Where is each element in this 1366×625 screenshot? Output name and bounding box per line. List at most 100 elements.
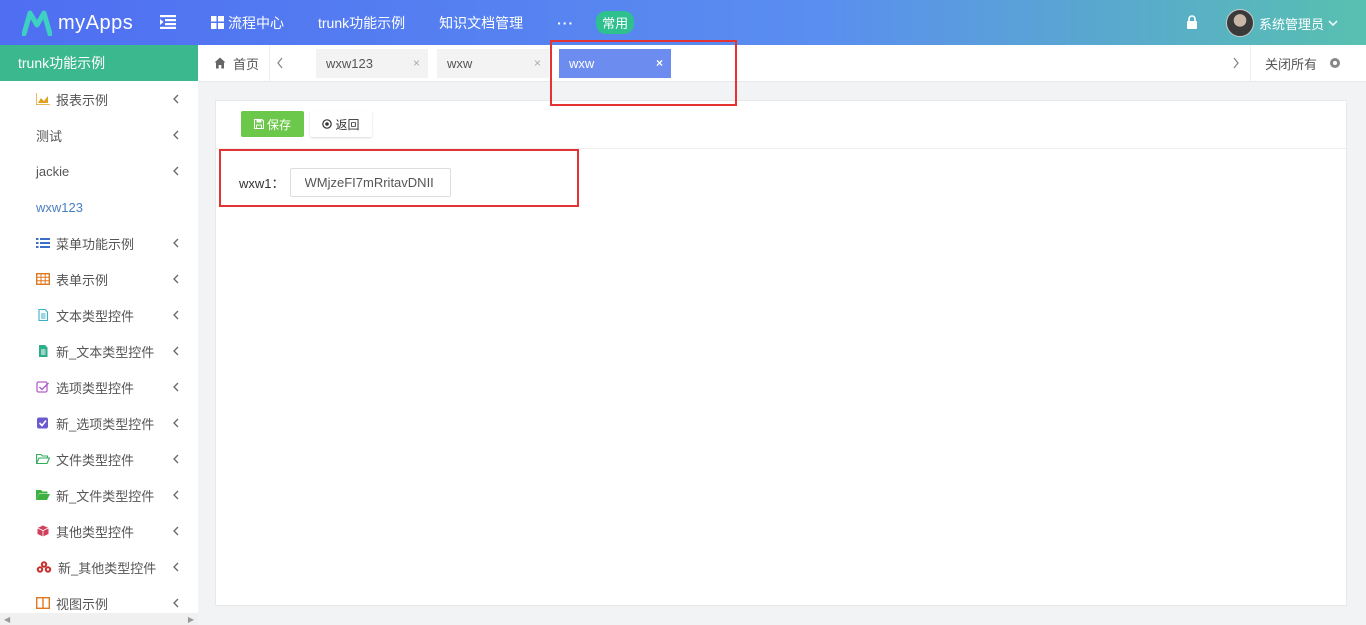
sidebar-item-new-other-controls[interactable]: 新_其他类型控件 <box>0 549 198 585</box>
checkbox-filled-icon <box>37 417 48 429</box>
sidebar-item-label: 新_文件类型控件 <box>56 488 155 504</box>
wxw1-input[interactable] <box>289 168 451 197</box>
chevron-left-icon <box>173 166 179 176</box>
sidebar: trunk功能示例 报表示例 测试 jackie wxw123 菜单功能示例 表… <box>0 45 198 625</box>
nav-item-workflow[interactable]: 流程中心 <box>211 13 284 33</box>
tab-wxw[interactable]: wxw × <box>437 49 549 78</box>
form-toolbar: 保存 返回 <box>216 101 1346 149</box>
sidebar-item-label: 新_文本类型控件 <box>56 344 155 360</box>
sidebar-item-label: 报表示例 <box>56 92 109 108</box>
sidebar-item-form-demo[interactable]: 表单示例 <box>0 261 198 297</box>
sidebar-item-wxw123[interactable]: wxw123 <box>0 189 198 225</box>
gear-icon[interactable] <box>1329 57 1341 69</box>
sidebar-item-test[interactable]: 测试 <box>0 117 198 153</box>
tab-wxw123[interactable]: wxw123 × <box>316 49 428 78</box>
chevron-left-icon <box>173 418 179 428</box>
avatar <box>1226 9 1254 37</box>
chevron-left-icon <box>173 490 179 500</box>
sidebar-item-menu-demo[interactable]: 菜单功能示例 <box>0 225 198 261</box>
folder-open-icon <box>36 453 50 465</box>
sidebar-item-label: 视图示例 <box>56 596 109 612</box>
tab-home-label: 首页 <box>233 56 260 72</box>
save-icon <box>253 119 264 129</box>
form-card: 保存 返回 wxw1： <box>215 100 1347 606</box>
checkbox-outline-icon <box>36 381 50 393</box>
sidebar-item-label: jackie <box>36 163 70 179</box>
sidebar-item-label: 其他类型控件 <box>56 524 135 540</box>
form-field-wxw1: wxw1： <box>239 168 451 197</box>
sidebar-item-report[interactable]: 报表示例 <box>0 81 198 117</box>
nav-item-label: 知识文档管理 <box>439 14 524 31</box>
chevron-left-icon <box>173 382 179 392</box>
top-header: myApps 流程中心 trunk功能示例 知识文档管理 ··· 常用 系统管理… <box>0 0 1366 45</box>
sidebar-item-option-controls[interactable]: 选项类型控件 <box>0 369 198 405</box>
tabs-bar: 首页 wxw123 × wxw × wxw × 关闭所有 <box>198 45 1366 82</box>
scroll-right-arrow-icon[interactable]: ▶ <box>188 615 194 624</box>
sidebar-item-label: 选项类型控件 <box>56 380 135 396</box>
app-logo[interactable]: myApps <box>22 8 133 38</box>
tab-wxw-active[interactable]: wxw × <box>559 49 671 78</box>
close-all-label: 关闭所有 <box>1265 56 1318 72</box>
user-name: 系统管理员 <box>1259 16 1325 32</box>
sidebar-item-label: 表单示例 <box>56 272 109 288</box>
nav-item-knowledge[interactable]: 知识文档管理 <box>439 13 523 33</box>
tabs-scroll-right-icon[interactable] <box>1232 56 1240 70</box>
chevron-left-icon <box>173 310 179 320</box>
sidebar-item-new-text-controls[interactable]: 新_文本类型控件 <box>0 333 198 369</box>
nav-item-label: trunk功能示例 <box>318 14 406 31</box>
chevron-left-icon <box>173 598 179 608</box>
sidebar-item-text-controls[interactable]: 文本类型控件 <box>0 297 198 333</box>
table-icon <box>36 273 50 285</box>
chevron-left-icon <box>173 238 179 248</box>
chevron-left-icon <box>173 346 179 356</box>
close-icon[interactable]: × <box>656 49 663 78</box>
sidebar-horizontal-scrollbar[interactable]: ◀ ▶ <box>0 613 198 625</box>
sidebar-item-label: wxw123 <box>36 199 83 215</box>
tabs-scroll-left-icon[interactable] <box>276 56 284 70</box>
nav-more-button[interactable]: ··· <box>557 15 574 31</box>
sidebar-item-label: 新_其他类型控件 <box>58 560 157 576</box>
scroll-left-arrow-icon[interactable]: ◀ <box>4 615 10 624</box>
nav-item-label: 流程中心 <box>228 14 284 31</box>
close-all-tabs-button[interactable]: 关闭所有 <box>1250 45 1366 81</box>
sidebar-item-new-option-controls[interactable]: 新_选项类型控件 <box>0 405 198 441</box>
close-icon[interactable]: × <box>534 49 541 78</box>
list-icon <box>36 238 50 248</box>
tab-label: wxw123 <box>326 56 373 71</box>
lock-icon[interactable] <box>1186 15 1198 29</box>
chevron-left-icon <box>173 454 179 464</box>
save-button-label: 保存 <box>266 117 291 132</box>
chevron-left-icon <box>173 562 179 572</box>
chevron-left-icon <box>173 94 179 104</box>
area-chart-icon <box>36 93 50 105</box>
sidebar-item-jackie[interactable]: jackie <box>0 153 198 189</box>
user-menu[interactable]: 系统管理员 <box>1226 9 1338 37</box>
nav-item-trunk[interactable]: trunk功能示例 <box>318 13 405 33</box>
file-filled-icon <box>39 345 48 357</box>
back-button[interactable]: 返回 <box>310 111 372 137</box>
app-name: myApps <box>58 11 134 34</box>
tab-home[interactable]: 首页 <box>198 45 270 81</box>
sidebar-item-label: 新_选项类型控件 <box>56 416 155 432</box>
cube-icon <box>37 525 49 537</box>
nav-favorites-badge[interactable]: 常用 <box>596 11 635 34</box>
menu-toggle-icon[interactable] <box>160 15 176 29</box>
file-text-icon <box>38 309 49 321</box>
chevron-down-icon <box>1328 20 1338 26</box>
close-icon[interactable]: × <box>413 49 420 78</box>
sidebar-item-label: 菜单功能示例 <box>56 236 135 252</box>
sidebar-title: trunk功能示例 <box>0 45 198 81</box>
sidebar-item-new-file-controls[interactable]: 新_文件类型控件 <box>0 477 198 513</box>
sidebar-item-label: 文件类型控件 <box>56 452 135 468</box>
sidebar-item-other-controls[interactable]: 其他类型控件 <box>0 513 198 549</box>
sidebar-item-file-controls[interactable]: 文件类型控件 <box>0 441 198 477</box>
chevron-left-icon <box>173 274 179 284</box>
top-nav: 流程中心 trunk功能示例 知识文档管理 ··· 常用 <box>211 0 635 45</box>
field-label: wxw1： <box>239 176 285 191</box>
chevron-left-icon <box>173 526 179 536</box>
folder-filled-icon <box>36 490 50 500</box>
save-button[interactable]: 保存 <box>241 111 304 137</box>
back-button-label: 返回 <box>335 117 360 132</box>
back-circle-icon <box>322 119 333 129</box>
sidebar-item-label: 文本类型控件 <box>56 308 135 324</box>
